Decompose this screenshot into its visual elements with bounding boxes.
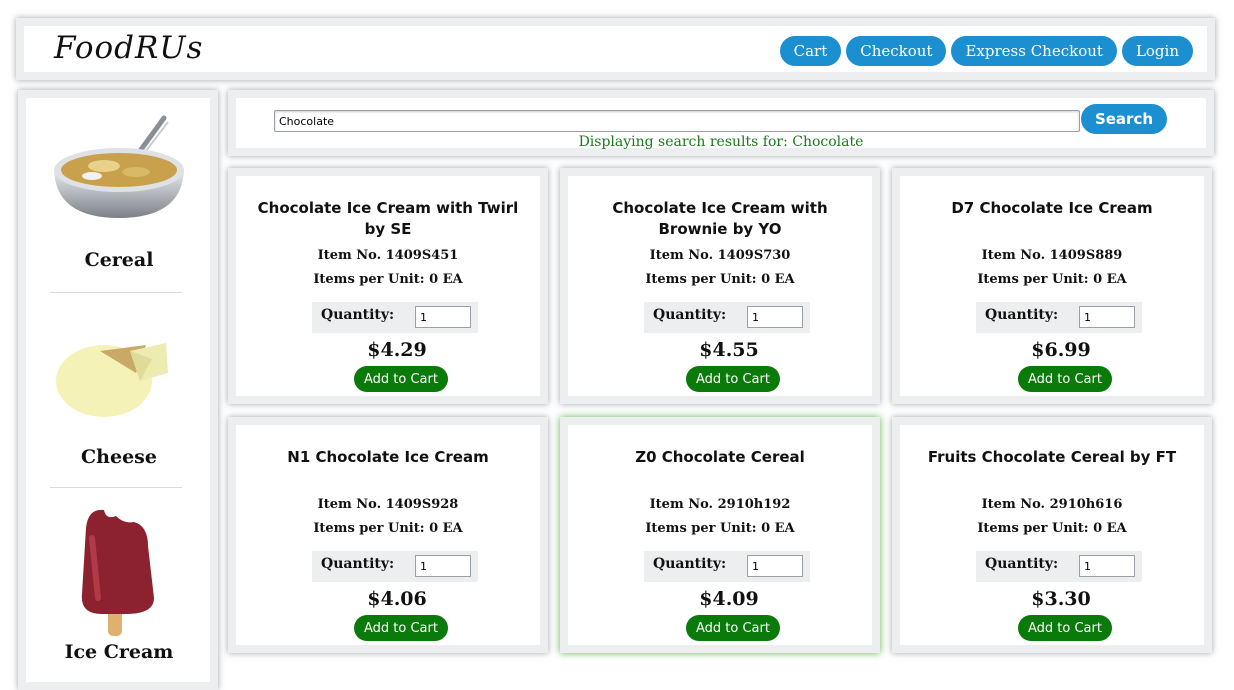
quantity-label: Quantity: — [653, 307, 727, 323]
quantity-input[interactable] — [747, 306, 803, 328]
ice-cream-bar-icon — [81, 509, 154, 636]
product-items-per-unit: Items per Unit: 0 EA — [313, 272, 463, 287]
sidebar-item-label: Cereal — [84, 249, 154, 271]
product-items-per-unit: Items per Unit: 0 EA — [313, 521, 463, 536]
quantity-input[interactable] — [1079, 555, 1135, 577]
category-sidebar: Cereal Cheese Ice Cream — [18, 90, 218, 690]
product-name: Z0 Chocolate Cereal — [635, 448, 805, 466]
quantity-box: Quantity: — [976, 551, 1142, 582]
product-price: $6.99 — [1031, 339, 1091, 361]
add-to-cart-button[interactable]: Add to Cart — [686, 366, 780, 392]
quantity-label: Quantity: — [321, 307, 395, 323]
product-card: N1 Chocolate Ice Cream Item No. 1409S928… — [228, 417, 548, 653]
product-card: Fruits Chocolate Cereal by FT Item No. 2… — [892, 417, 1212, 653]
cereal-bowl-icon — [54, 115, 184, 218]
sidebar-item-cereal[interactable]: Cereal — [44, 106, 194, 286]
product-price: $4.55 — [699, 339, 759, 361]
quantity-label: Quantity: — [985, 307, 1059, 323]
sidebar-divider — [50, 487, 182, 488]
sidebar-item-ice-cream[interactable]: Ice Cream — [44, 498, 194, 678]
express-checkout-button[interactable]: Express Checkout — [951, 36, 1117, 66]
product-items-per-unit: Items per Unit: 0 EA — [645, 521, 795, 536]
sidebar-item-label: Ice Cream — [64, 641, 174, 663]
product-price: $3.30 — [1031, 588, 1091, 610]
quantity-box: Quantity: — [976, 302, 1142, 333]
product-price: $4.06 — [367, 588, 427, 610]
quantity-input[interactable] — [1079, 306, 1135, 328]
search-panel: Search Displaying search results for: Ch… — [228, 90, 1214, 156]
product-item-number: Item No. 1409S928 — [317, 497, 459, 512]
product-name: Chocolate Ice Cream with Twirl by SE — [257, 199, 519, 238]
product-name: Chocolate Ice Cream with Brownie by YO — [612, 199, 828, 238]
header-bar: FoodRUs Cart Checkout Express Checkout L… — [16, 18, 1215, 80]
quantity-box: Quantity: — [312, 302, 478, 333]
quantity-label: Quantity: — [321, 556, 395, 572]
product-card: D7 Chocolate Ice Cream Item No. 1409S889… — [892, 168, 1212, 404]
product-item-number: Item No. 2910h192 — [649, 497, 791, 512]
quantity-label: Quantity: — [985, 556, 1059, 572]
product-price: $4.09 — [699, 588, 759, 610]
product-price: $4.29 — [367, 339, 427, 361]
quantity-input[interactable] — [415, 555, 471, 577]
add-to-cart-button[interactable]: Add to Cart — [1018, 366, 1112, 392]
product-item-number: Item No. 1409S889 — [981, 248, 1123, 263]
quantity-box: Quantity: — [644, 551, 810, 582]
product-item-number: Item No. 2910h616 — [981, 497, 1123, 512]
product-card: Chocolate Ice Cream with Brownie by YO I… — [560, 168, 880, 404]
nav-buttons: Cart Checkout Express Checkout Login — [779, 36, 1193, 66]
cart-button[interactable]: Cart — [779, 36, 842, 66]
add-to-cart-button[interactable]: Add to Cart — [354, 615, 448, 641]
quantity-box: Quantity: — [644, 302, 810, 333]
product-name: Fruits Chocolate Cereal by FT — [927, 448, 1177, 466]
search-input[interactable] — [274, 110, 1080, 132]
search-status-message: Displaying search results for: Chocolate — [578, 134, 864, 150]
add-to-cart-button[interactable]: Add to Cart — [354, 366, 448, 392]
cheese-icon — [56, 343, 168, 417]
sidebar-item-label: Cheese — [81, 446, 157, 468]
quantity-input[interactable] — [747, 555, 803, 577]
checkout-button[interactable]: Checkout — [846, 36, 947, 66]
product-items-per-unit: Items per Unit: 0 EA — [645, 272, 795, 287]
search-button[interactable]: Search — [1081, 104, 1167, 134]
product-name: D7 Chocolate Ice Cream — [951, 199, 1153, 217]
product-card: Chocolate Ice Cream with Twirl by SE Ite… — [228, 168, 548, 404]
product-items-per-unit: Items per Unit: 0 EA — [977, 272, 1127, 287]
product-item-number: Item No. 1409S730 — [649, 248, 791, 263]
product-item-number: Item No. 1409S451 — [317, 248, 459, 263]
sidebar-divider — [50, 292, 182, 293]
quantity-box: Quantity: — [312, 551, 478, 582]
product-items-per-unit: Items per Unit: 0 EA — [977, 521, 1127, 536]
product-card: Z0 Chocolate Cereal Item No. 2910h192 It… — [560, 417, 880, 653]
add-to-cart-button[interactable]: Add to Cart — [686, 615, 780, 641]
add-to-cart-button[interactable]: Add to Cart — [1018, 615, 1112, 641]
login-button[interactable]: Login — [1121, 36, 1193, 66]
sidebar-item-cheese[interactable]: Cheese — [44, 303, 194, 483]
quantity-label: Quantity: — [653, 556, 727, 572]
quantity-input[interactable] — [415, 306, 471, 328]
site-logo[interactable]: FoodRUs — [54, 30, 203, 66]
product-name: N1 Chocolate Ice Cream — [287, 448, 489, 466]
